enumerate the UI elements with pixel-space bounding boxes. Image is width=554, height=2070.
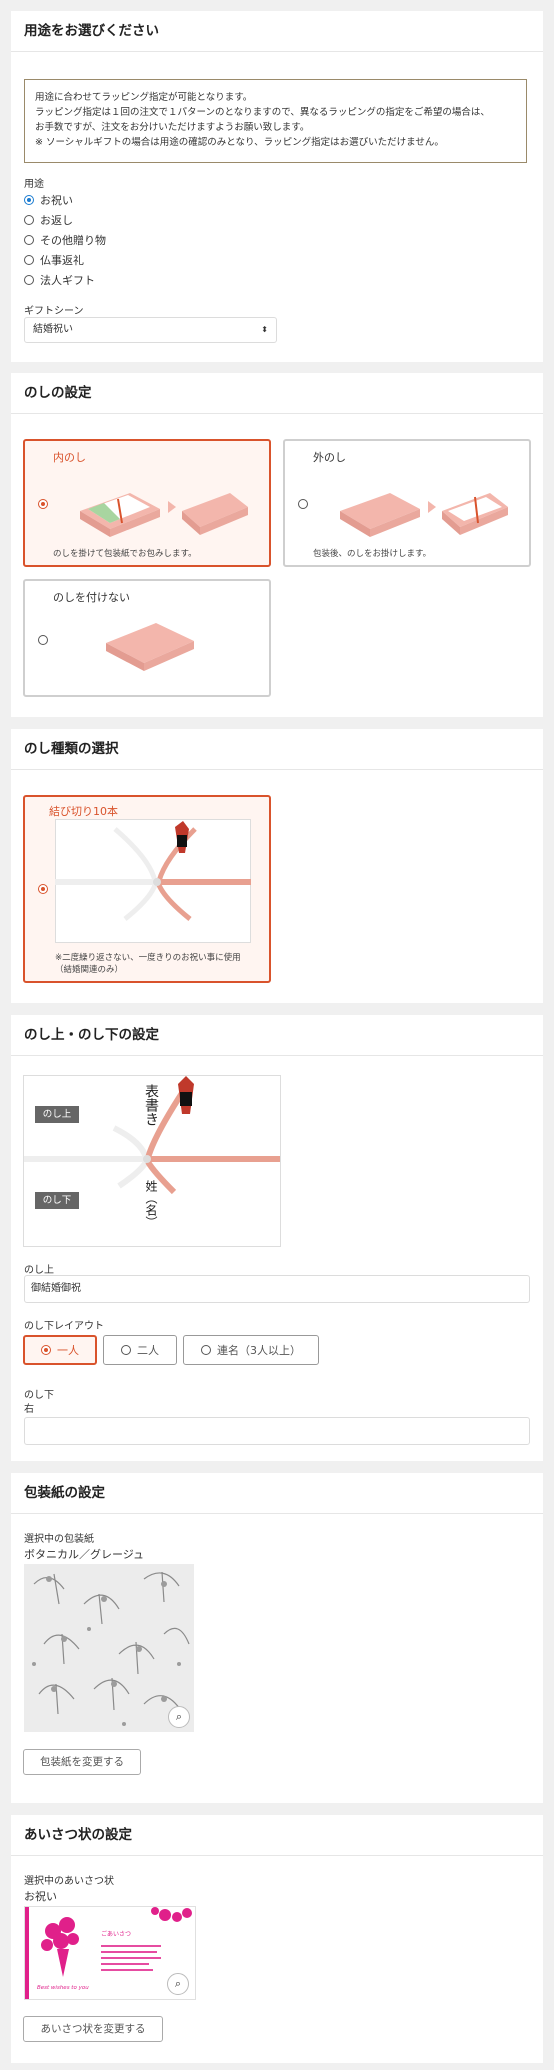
usage-notice: 用途に合わせてラッピング指定が可能となります。 ラッピング指定は１回の注文で１パ… [24,79,527,163]
notice-line: 用途に合わせてラッピング指定が可能となります。 [35,92,253,103]
preview-upper-text: 表書き [143,1084,159,1126]
wrapping-selected-label: 選択中の包装紙 [24,1534,94,1545]
search-icon[interactable]: ⌕ [167,1973,189,1995]
greeting-card-preview[interactable]: ごあいさつ Best wishes to you ⌕ [24,1906,196,2000]
card-title: 結び切り10本 [49,805,118,818]
radio-icon[interactable] [24,255,34,265]
soto-noshi-illustration [340,493,508,537]
card-desc: のしを掛けて包装紙でお包みします。 [53,549,197,559]
layout-joint-button[interactable]: 連名（3人以上） [183,1335,319,1365]
noshi-text-title: のし上・のし下の設定 [11,1015,543,1056]
noshi-lower-position: 右 [24,1404,34,1415]
radio-icon[interactable] [38,635,48,645]
card-title: のしを付けない [53,591,130,604]
usage-option-label: 法人ギフト [40,274,95,287]
noshi-text-preview: のし上 のし下 表書き 姓（名） [23,1075,281,1247]
gift-scene-select[interactable]: 結婚祝い ⬍ [24,317,277,343]
usage-section: 用途をお選びください 用途に合わせてラッピング指定が可能となります。 ラッピング… [11,11,543,362]
radio-icon[interactable] [24,275,34,285]
radio-icon[interactable] [121,1345,131,1355]
card-desc: 包装後、のしをお掛けします。 [313,549,432,559]
radio-selected-icon[interactable] [24,195,34,205]
usage-option-butsuji[interactable]: 仏事返礼 [24,252,84,268]
tag-noshi-lower: のし下 [35,1192,79,1209]
notice-line: ラッピング指定は１回の注文で１パターンのとなりますので、異なるラッピングの指定を… [35,107,490,118]
wrapping-section: 包装紙の設定 選択中の包装紙 ボタニカル／グレージュ ⌕ 包装紙を変更する [11,1473,543,1803]
card-desc: （結婚関連のみ） [55,965,124,975]
radio-selected-icon[interactable] [38,499,48,509]
card-title: 外のし [313,451,346,464]
gift-scene-label: ギフトシーン [24,306,84,317]
wrapping-selected-name: ボタニカル／グレージュ [24,1548,145,1561]
wrapping-title: 包装紙の設定 [11,1473,543,1514]
search-icon[interactable]: ⌕ [168,1706,190,1728]
greeting-selected-label: 選択中のあいさつ状 [24,1876,114,1887]
noshi-layout-label: のし下レイアウト [24,1321,104,1332]
radio-icon[interactable] [24,235,34,245]
greeting-section: あいさつ状の設定 選択中のあいさつ状 お祝い ごあいさつ Best wishes… [11,1815,543,2063]
noshi-lower-input[interactable] [24,1417,530,1445]
usage-option-label: お祝い [40,194,73,207]
usage-option-okaeshi[interactable]: お返し [24,212,73,228]
usage-option-other[interactable]: その他贈り物 [24,232,106,248]
usage-label: 用途 [24,179,44,190]
notice-line: お手数ですが、注文をお分けいただけますようお願い致します。 [35,122,310,133]
noshi-setting-section: のしの設定 内のし のしを掛けて包装紙でお包みします。 外のし 包装後、のしをお… [11,373,543,717]
radio-icon[interactable] [298,499,308,509]
usage-option-label: 仏事返礼 [40,254,84,267]
greeting-card-caption: Best wishes to you [37,1985,89,1991]
gift-scene-value: 結婚祝い [33,324,73,335]
change-greeting-button[interactable]: あいさつ状を変更する [23,2016,163,2042]
usage-title: 用途をお選びください [11,11,543,52]
tag-noshi-upper: のし上 [35,1106,79,1123]
usage-option-corporate[interactable]: 法人ギフト [24,272,95,288]
radio-selected-icon[interactable] [38,884,48,894]
radio-icon[interactable] [24,215,34,225]
greeting-card-heading: ごあいさつ [101,1931,132,1938]
card-title: 内のし [53,451,86,464]
noshi-option-soto[interactable]: 外のし 包装後、のしをお掛けします。 [283,439,531,567]
noshi-setting-title: のしの設定 [11,373,543,414]
uchi-noshi-illustration [80,493,248,537]
botanical-pattern [24,1564,194,1732]
notice-line: ※ ソーシャルギフトの場合は用途の確認のみとなり、ラッピング指定はお選びいただけ… [35,137,444,148]
noshi-option-uchi[interactable]: 内のし のしを掛けて包装紙でお包みします。 [23,439,271,567]
layout-label: 二人 [137,1344,159,1357]
noshi-type-title: のし種類の選択 [11,729,543,770]
select-arrow-icon: ⬍ [261,325,268,334]
layout-label: 一人 [57,1344,79,1357]
noshi-upper-input[interactable]: 御結婚御祝 [24,1275,530,1303]
noshi-type-musubikiri[interactable]: 結び切り10本 ※二度繰り返さない、一度きりのお祝い事に使用 （結婚関連のみ） [23,795,271,983]
noshi-upper-label: のし上 [24,1265,54,1276]
noshi-type-section: のし種類の選択 結び切り10本 ※二度繰り返さない、一度きりのお祝い事に使用 （… [11,729,543,1003]
usage-option-label: お返し [40,214,73,227]
noshi-layout-group: 一人 二人 連名（3人以上） [23,1335,343,1367]
usage-option-label: その他贈り物 [40,234,106,247]
radio-selected-icon[interactable] [41,1345,51,1355]
wrapping-swatch[interactable]: ⌕ [24,1564,194,1732]
preview-lower-text: 姓（名） [144,1180,158,1228]
no-noshi-illustration [106,623,194,671]
layout-label: 連名（3人以上） [217,1344,301,1357]
musubikiri-preview [55,819,251,943]
radio-icon[interactable] [201,1345,211,1355]
greeting-title: あいさつ状の設定 [11,1815,543,1856]
usage-option-oiwai[interactable]: お祝い [24,192,73,208]
noshi-lower-label: のし下 [24,1390,54,1401]
card-desc: ※二度繰り返さない、一度きりのお祝い事に使用 [55,953,241,963]
change-wrapping-button[interactable]: 包装紙を変更する [23,1749,141,1775]
noshi-text-section: のし上・のし下の設定 のし上 のし下 表書き 姓（名） のし上 御結婚御祝 のし… [11,1015,543,1461]
greeting-selected-name: お祝い [24,1890,57,1903]
layout-single-button[interactable]: 一人 [23,1335,97,1365]
layout-two-button[interactable]: 二人 [103,1335,177,1365]
noshi-option-none[interactable]: のしを付けない [23,579,271,697]
